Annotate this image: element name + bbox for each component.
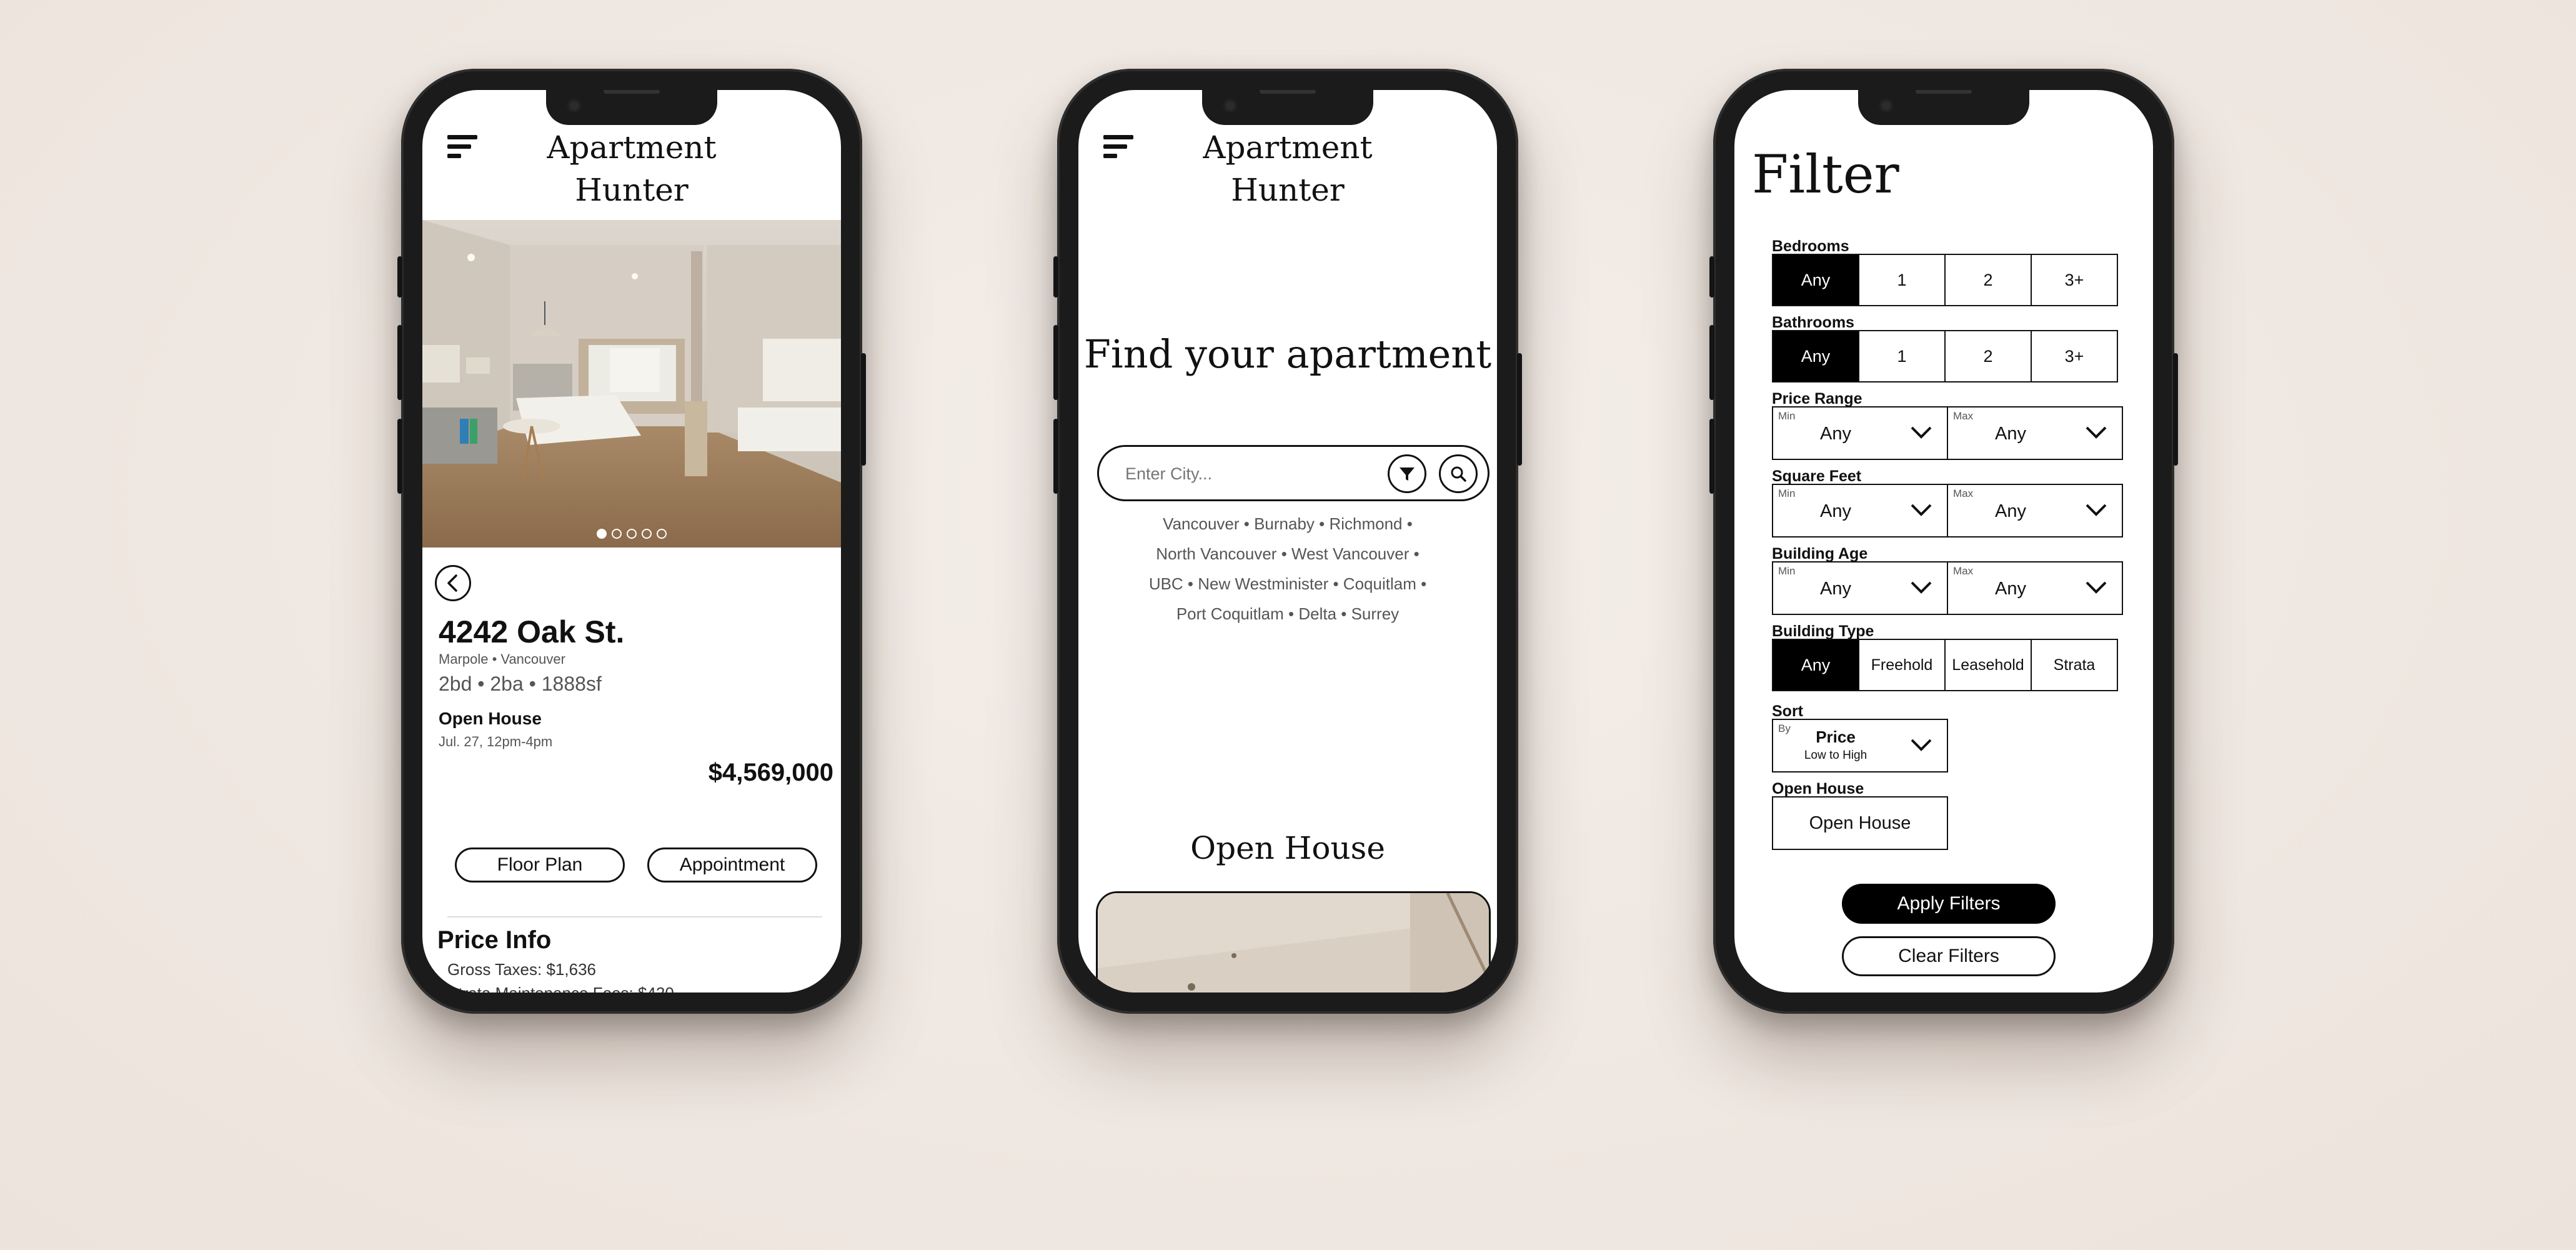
bathrooms-option-2[interactable]: 2 xyxy=(1944,330,2032,382)
building-age-label: Building Age xyxy=(1772,545,1868,562)
building-type-option-strata[interactable]: Strata xyxy=(2031,639,2118,691)
listing-specs: 2bd • 2ba • 1888sf xyxy=(439,672,602,695)
sqft-min-dropdown[interactable]: Min Any xyxy=(1772,484,1948,538)
open-house-filter-label: Open House xyxy=(1772,780,1864,798)
bathrooms-option-any[interactable]: Any xyxy=(1772,330,1859,382)
filter-screen: Filter Bedrooms Any 1 2 3+ Bathrooms Any… xyxy=(1734,90,2153,992)
dropdown-min-label: Min xyxy=(1778,488,1796,499)
strata-fees: Strata Maintenance Fees: $420 xyxy=(447,984,674,992)
sort-row: By Price Low to High xyxy=(1772,719,1948,772)
appointment-button[interactable]: Appointment xyxy=(647,848,817,882)
dropdown-value: Any xyxy=(1995,579,2026,599)
chevron-down-icon xyxy=(2086,581,2107,594)
home-heading: Find your apartment xyxy=(1083,331,1492,377)
dropdown-value: Any xyxy=(1995,424,2026,444)
price-range-label: Price Range xyxy=(1772,390,1862,408)
gross-taxes: Gross Taxes: $1,636 xyxy=(447,960,596,979)
divider xyxy=(447,916,822,918)
bedrooms-option-any[interactable]: Any xyxy=(1772,254,1859,306)
floor-plan-button[interactable]: Floor Plan xyxy=(455,848,625,882)
sort-sub-value: Low to High xyxy=(1804,749,1867,762)
back-arrow-icon xyxy=(447,574,457,592)
sort-value: Price xyxy=(1816,728,1856,746)
open-house-photo xyxy=(1098,893,1489,992)
phone-filter: Filter Bedrooms Any 1 2 3+ Bathrooms Any… xyxy=(1709,69,2178,1014)
filter-title: Filter xyxy=(1752,144,1899,205)
sort-label: Sort xyxy=(1772,702,1803,720)
dropdown-max-label: Max xyxy=(1953,565,1974,577)
bedrooms-option-1[interactable]: 1 xyxy=(1858,254,1946,306)
building-type-label: Building Type xyxy=(1772,622,1874,640)
search-bar xyxy=(1097,445,1489,501)
city-search-input[interactable] xyxy=(1124,458,1376,489)
app-title: Apartment Hunter xyxy=(547,129,717,208)
bathrooms-selector: Any 1 2 3+ xyxy=(1772,330,2118,382)
price-info-title: Price Info xyxy=(437,926,552,954)
open-house-heading: Open House xyxy=(1190,830,1385,866)
open-house-card[interactable] xyxy=(1096,891,1491,992)
bedrooms-option-3plus[interactable]: 3+ xyxy=(2031,254,2118,306)
bedroom-photo xyxy=(422,220,841,548)
sort-dropdown[interactable]: By Price Low to High xyxy=(1772,719,1948,772)
search-button[interactable] xyxy=(1439,454,1478,493)
bathrooms-option-3plus[interactable]: 3+ xyxy=(2031,330,2118,382)
notch xyxy=(546,90,717,125)
building-age-row: Min Any Max Any xyxy=(1772,561,2123,615)
phone-listing: Apartment Hunter 4242 Oak St. Marpole • … xyxy=(397,69,866,1014)
dropdown-max-label: Max xyxy=(1953,488,1974,499)
chevron-down-icon xyxy=(1911,739,1932,751)
sqft-max-dropdown[interactable]: Max Any xyxy=(1947,484,2123,538)
chevron-down-icon xyxy=(1911,504,1932,516)
listing-photo[interactable] xyxy=(422,220,841,548)
listing-screen: Apartment Hunter 4242 Oak St. Marpole • … xyxy=(422,90,841,992)
filter-icon xyxy=(1400,468,1415,481)
app-title: Apartment Hunter xyxy=(1203,129,1373,208)
bedrooms-selector: Any 1 2 3+ xyxy=(1772,254,2118,306)
chevron-down-icon xyxy=(1911,426,1932,439)
notch xyxy=(1202,90,1373,125)
chevron-down-icon xyxy=(2086,504,2107,516)
open-house-label: Open House xyxy=(439,709,542,728)
dropdown-min-label: Min xyxy=(1778,410,1796,422)
price-max-dropdown[interactable]: Max Any xyxy=(1947,406,2123,460)
apply-filters-button[interactable]: Apply Filters xyxy=(1842,884,2056,924)
dropdown-max-label: Max xyxy=(1953,410,1974,422)
age-max-dropdown[interactable]: Max Any xyxy=(1947,561,2123,615)
listing-address: 4242 Oak St. xyxy=(439,614,625,649)
dropdown-min-label: Min xyxy=(1778,565,1796,577)
open-house-toggle[interactable]: Open House xyxy=(1772,796,1948,850)
bathrooms-option-1[interactable]: 1 xyxy=(1858,330,1946,382)
listing-price: $4,569,000 xyxy=(708,759,833,786)
chevron-down-icon xyxy=(1911,581,1932,594)
clear-filters-button[interactable]: Clear Filters xyxy=(1842,936,2056,976)
building-type-option-freehold[interactable]: Freehold xyxy=(1858,639,1946,691)
price-min-dropdown[interactable]: Min Any xyxy=(1772,406,1948,460)
city-list[interactable]: Vancouver • Burnaby • Richmond • North V… xyxy=(1091,509,1484,629)
bathrooms-label: Bathrooms xyxy=(1772,314,1854,331)
notch xyxy=(1858,90,2029,125)
search-icon xyxy=(1451,466,1466,482)
photo-carousel-dots[interactable] xyxy=(597,529,667,539)
age-min-dropdown[interactable]: Min Any xyxy=(1772,561,1948,615)
building-type-option-any[interactable]: Any xyxy=(1772,639,1859,691)
back-button[interactable] xyxy=(435,565,471,601)
building-type-selector: Any Freehold Leasehold Strata xyxy=(1772,639,2118,691)
dropdown-value: Any xyxy=(1820,579,1851,599)
filter-button[interactable] xyxy=(1388,454,1426,493)
chevron-down-icon xyxy=(2086,426,2107,439)
square-feet-row: Min Any Max Any xyxy=(1772,484,2123,538)
square-feet-label: Square Feet xyxy=(1772,468,1862,485)
home-screen: ApartmentHunter Find your apartment Vanc… xyxy=(1078,90,1497,992)
dropdown-value: Any xyxy=(1820,501,1851,521)
dropdown-value: Any xyxy=(1820,424,1851,444)
dropdown-value: Any xyxy=(1995,501,2026,521)
listing-neighborhood: Marpole • Vancouver xyxy=(439,651,565,667)
bedrooms-label: Bedrooms xyxy=(1772,238,1849,255)
bedrooms-option-2[interactable]: 2 xyxy=(1944,254,2032,306)
price-range-row: Min Any Max Any xyxy=(1772,406,2123,460)
phone-home: ApartmentHunter Find your apartment Vanc… xyxy=(1053,69,1522,1014)
open-house-time: Jul. 27, 12pm-4pm xyxy=(439,734,553,749)
building-type-option-leasehold[interactable]: Leasehold xyxy=(1944,639,2032,691)
